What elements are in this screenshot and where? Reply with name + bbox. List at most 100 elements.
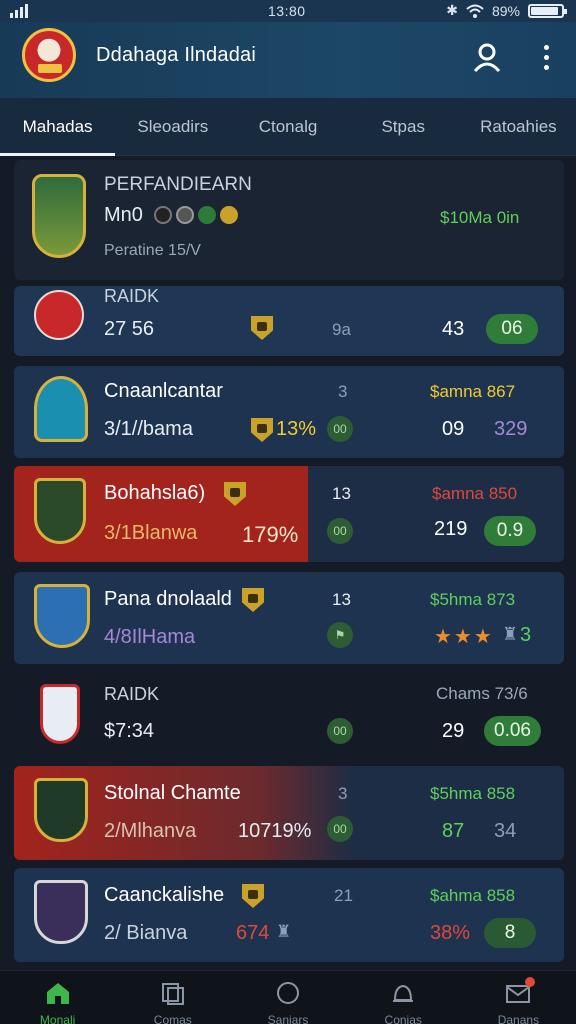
item-subtitle: 4/8IlHama [104, 626, 196, 648]
wifi-icon [466, 4, 484, 18]
status-badge: 06 [486, 314, 538, 344]
item-score: 27 56 [104, 318, 155, 340]
item-subtitle: Peratine 15/V [104, 242, 201, 259]
battery-icon [528, 3, 567, 18]
item-title: RAIDK [104, 684, 160, 704]
home-icon [46, 983, 69, 1004]
award-icon: ♜ [276, 922, 292, 941]
bluetooth-icon: ✱ [446, 2, 458, 18]
item-subtitle: 2/ Bianva [104, 922, 188, 944]
item-percent: 13% [276, 418, 317, 440]
item-number-secondary: 3 [520, 624, 532, 646]
nav-home[interactable]: Monali [0, 971, 115, 1024]
round-badge: 00 [327, 718, 353, 744]
shield-icon [242, 588, 264, 612]
item-price: $ahma 858 [430, 886, 516, 905]
app-title: Ddahaga Ilndadai [96, 44, 256, 66]
item-number: 09 [442, 418, 465, 440]
item-rank: 13 [332, 484, 351, 503]
tab-ctonalg[interactable]: Ctonalg [230, 98, 345, 155]
tab-ratoahies[interactable]: Ratoahies [461, 98, 576, 155]
more-menu-icon[interactable] [534, 40, 558, 74]
tab-sleoadirs[interactable]: Sleoadirs [115, 98, 230, 155]
list-item[interactable]: Pana dnolaald 4/8IlHama 13 ⚑ $5hma 873 ★… [14, 572, 564, 664]
item-title: Bohahsla6) [104, 482, 206, 504]
status-bar: 13:80 ✱ 89% [0, 0, 576, 22]
item-number: 38% [430, 922, 471, 944]
profile-icon[interactable] [470, 40, 504, 74]
item-rank: 21 [334, 886, 353, 905]
bell-icon [393, 984, 414, 1002]
list-item[interactable]: Caanckalishe 2/ Bianva 674 ♜ 21 $ahma 85… [14, 868, 564, 962]
nav-label: Saniars [267, 1013, 309, 1024]
item-rank: 3 [338, 382, 348, 401]
rating-stars: ★★★ [434, 626, 494, 648]
nav-conias[interactable]: Conias [346, 971, 461, 1024]
trophy-icon: ⚑ [327, 622, 353, 648]
tab-stpas[interactable]: Stpas [346, 98, 461, 155]
item-number: 43 [442, 318, 465, 340]
club-badge [34, 290, 84, 340]
item-title: Caanckalishe [104, 884, 225, 906]
item-price: $10Ma 0in [440, 208, 520, 227]
nav-saniars[interactable]: Saniars [230, 971, 345, 1024]
item-price: $5hma 858 [430, 784, 516, 803]
status-time: 13:80 [268, 3, 306, 19]
item-price: $amna 850 [432, 484, 518, 503]
tab-mahadas[interactable]: Mahadas [0, 98, 116, 156]
notification-dot [524, 977, 535, 987]
shield-icon [251, 418, 273, 442]
circle-icon [277, 982, 299, 1004]
list-item[interactable]: Cnaanlcantar 3/1//bama 13% 3 00 $amna 86… [14, 366, 564, 458]
item-percent: 674 [236, 922, 270, 944]
item-title: PERFANDIEARN [104, 174, 252, 195]
shield-icon [224, 482, 246, 506]
status-badge: 8 [484, 918, 536, 948]
item-percent: 10719% [238, 820, 312, 842]
item-number: 29 [442, 720, 465, 742]
item-rank: 13 [332, 590, 351, 609]
app-logo [22, 28, 76, 82]
stat-icons [154, 206, 238, 224]
item-mid: 9a [332, 320, 351, 339]
item-price: Chams 73/6 [436, 684, 528, 703]
item-score: Mn0 [104, 204, 143, 226]
bottom-nav: Monali Comas Saniars Conias Danans [0, 970, 576, 1024]
app-header: Ddahaga Ilndadai [0, 22, 576, 98]
item-number: 87 [442, 820, 465, 842]
list-item[interactable]: PERFANDIEARN Mn0 Peratine 15/V $10Ma 0in [14, 160, 564, 280]
shield-icon [242, 884, 264, 908]
nav-label: Monali [39, 1013, 76, 1024]
item-number-secondary: 34 [494, 820, 517, 842]
club-badge [34, 880, 88, 944]
award-icon: ♜ [502, 624, 519, 644]
tab-bar: Mahadas Sleoadirs Ctonalg Stpas Ratoahie… [0, 98, 576, 156]
item-number-secondary: 329 [494, 418, 528, 440]
nav-comas[interactable]: Comas [115, 971, 230, 1024]
nav-label: Conias [384, 1013, 422, 1024]
item-price: $amna 867 [430, 382, 516, 401]
item-percent: 179% [242, 522, 299, 547]
nav-label: Danans [497, 1013, 540, 1024]
club-badge [40, 684, 80, 744]
item-subtitle: 3/1//bama [104, 418, 193, 440]
item-title: Stolnal Chamte [104, 782, 241, 804]
list-item[interactable]: RAIDK 27 56 9a 43 06 [14, 286, 564, 356]
list-item[interactable]: RAIDK $7:34 00 Chams 73/6 29 0.06 [14, 674, 564, 764]
item-rank: 3 [338, 784, 348, 803]
list-item[interactable]: Bohahsla6) 3/1Blanwa 179% 13 00 $amna 85… [14, 466, 564, 562]
shield-icon [251, 316, 273, 340]
club-badge [34, 376, 88, 442]
item-title: RAIDK [104, 286, 160, 306]
round-badge: 00 [327, 518, 353, 544]
signal-icon [10, 4, 28, 18]
item-number: 219 [434, 518, 468, 540]
item-subtitle: 2/Mlhanva [104, 820, 197, 842]
item-title: Pana dnolaald [104, 588, 232, 610]
item-score: $7:34 [104, 720, 155, 742]
list-item[interactable]: Stolnal Chamte 2/Mlhanva 10719% 3 00 $5h… [14, 766, 564, 860]
battery-percent: 89% [491, 2, 520, 19]
round-badge: 00 [327, 416, 353, 442]
item-subtitle: 3/1Blanwa [104, 522, 198, 544]
nav-danans[interactable]: Danans [461, 971, 576, 1024]
